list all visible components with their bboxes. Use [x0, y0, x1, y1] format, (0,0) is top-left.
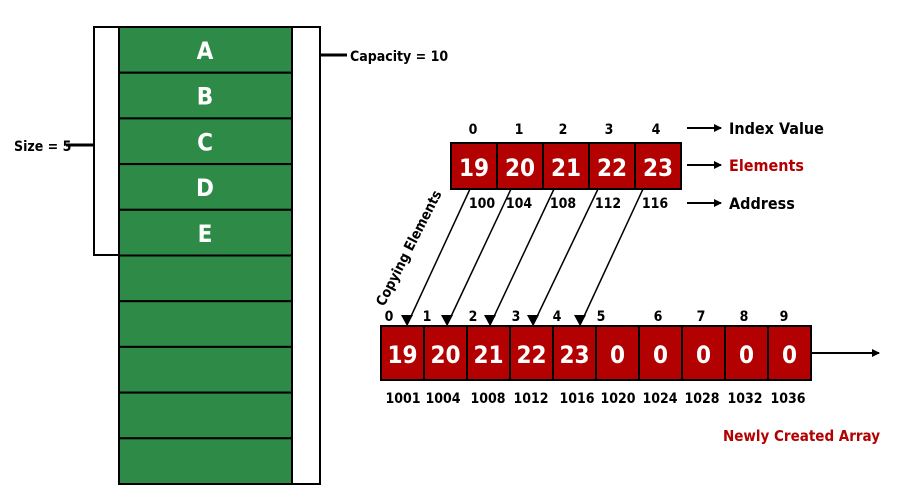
new-array-element: 23: [559, 341, 589, 369]
new-array-address: 1036: [770, 391, 805, 407]
copy-arrowhead-icon: [527, 315, 539, 326]
old-array-element: 19: [459, 154, 489, 182]
old-array-address: 112: [595, 196, 621, 212]
new-array-index: 0: [385, 309, 394, 325]
capacity-label: Capacity = 10: [350, 49, 448, 65]
new-array-address: 1016: [559, 391, 594, 407]
new-array-element: 0: [696, 341, 711, 369]
new-array-index: 3: [512, 309, 521, 325]
legend: Index Value Elements Address: [687, 119, 824, 213]
new-array-element: 0: [653, 341, 668, 369]
dynamic-array-diagram: A B C D E Size = 5 Capacity = 10 19 0 100 20 1 104 2…: [0, 0, 900, 500]
new-array-element: 21: [473, 341, 503, 369]
stack-cell: [118, 437, 293, 485]
new-array-index: 8: [740, 309, 749, 325]
new-array-element: 0: [739, 341, 754, 369]
new-array-address: 1032: [727, 391, 762, 407]
old-array-element: 20: [505, 154, 535, 182]
new-array-element: 19: [387, 341, 417, 369]
copy-arrowhead-icon: [484, 315, 496, 326]
old-array-address: 104: [506, 196, 533, 212]
old-array-index: 2: [559, 122, 568, 138]
new-array-index: 1: [423, 309, 432, 325]
copying-elements-label: Copying Elements: [373, 188, 445, 309]
stack-cell-label: B: [197, 83, 213, 111]
old-array-element: 23: [643, 154, 673, 182]
new-array-index: 4: [553, 309, 562, 325]
new-array-address: 1004: [425, 391, 460, 407]
new-array-address: 1028: [684, 391, 719, 407]
diagram-canvas: ABCDESize = 5Capacity = 10 1901002011042…: [14, 26, 880, 485]
stack-cell-label: E: [198, 220, 213, 248]
address-label: Address: [729, 194, 795, 213]
capacity-bracket: [291, 26, 321, 485]
new-array-element: 0: [610, 341, 625, 369]
old-array-index: 0: [469, 122, 478, 138]
copy-arrowhead-icon: [574, 315, 586, 326]
capacity-stack: ABCDE Size = 5 Capacity = 10: [14, 26, 448, 485]
old-array-index: 4: [652, 122, 661, 138]
old-array-address: 100: [469, 196, 496, 212]
new-array-address: 1001: [385, 391, 420, 407]
new-array-element: 20: [430, 341, 460, 369]
new-array-address: 1008: [470, 391, 505, 407]
old-array-element: 22: [597, 154, 627, 182]
new-array-address: 1020: [600, 391, 635, 407]
stack-cell: [118, 300, 293, 348]
new-array: 1901001201100421210082231012234101605102…: [380, 309, 880, 445]
old-array-index: 3: [605, 122, 614, 138]
copy-arrow-line: [406, 188, 471, 326]
size-bracket: [93, 26, 120, 256]
stack-cell: [118, 391, 293, 440]
old-array-address: 108: [550, 196, 576, 212]
copy-arrowhead-icon: [401, 315, 413, 326]
stack-cell: [118, 254, 293, 303]
new-array-caption: Newly Created Array: [723, 427, 880, 445]
stack-cell-label: D: [196, 174, 214, 202]
index-value-label: Index Value: [729, 119, 824, 138]
new-array-index: 5: [597, 309, 606, 325]
new-array-element: 22: [516, 341, 546, 369]
new-array-index: 6: [654, 309, 663, 325]
stack-cell-label: C: [197, 128, 213, 156]
copy-arrowhead-icon: [441, 315, 453, 326]
original-array: 19 0 100 20 1 104 21 2 108 22 3 112 23 4 116: [450, 122, 682, 212]
new-array-index: 7: [697, 309, 706, 325]
elements-label: Elements: [729, 156, 804, 175]
new-array-index: 2: [469, 309, 478, 325]
size-label: Size = 5: [14, 139, 71, 155]
new-array-address: 1012: [513, 391, 548, 407]
stack-cell: [118, 345, 293, 394]
new-array-index: 9: [780, 309, 789, 325]
old-array-element: 21: [551, 154, 581, 182]
new-array-element: 0: [782, 341, 797, 369]
old-array-index: 1: [515, 122, 524, 138]
new-array-address: 1024: [642, 391, 677, 407]
old-array-address: 116: [642, 196, 669, 212]
stack-cell-label: A: [197, 37, 214, 65]
